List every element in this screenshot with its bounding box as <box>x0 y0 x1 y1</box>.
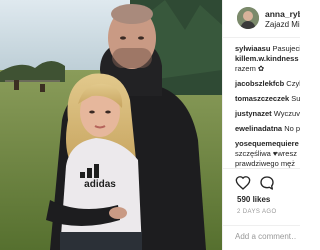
post-actions: 590 likes 2 DAYS AGO <box>223 168 300 250</box>
comment: yosequemequiere <box>235 139 300 149</box>
comment-username[interactable]: ewelinadatna <box>235 124 282 133</box>
comment: justynazet Wyczuv <box>235 109 300 119</box>
comment-continuation: razem ✿ <box>235 64 300 74</box>
comment: sylwiaasu Pasujecie <box>235 44 300 54</box>
comment-username[interactable]: sylwiaasu <box>235 44 270 53</box>
post-username[interactable]: anna_ryba <box>265 9 300 19</box>
comment-text: szczęśliwa ♥wresz <box>235 149 297 158</box>
comment-username[interactable]: justynazet <box>235 109 272 118</box>
comment-continuation: szczęśliwa ♥wresz <box>235 149 300 159</box>
add-comment-input[interactable] <box>235 232 297 241</box>
comment-icon[interactable] <box>259 175 275 191</box>
svg-text:adidas: adidas <box>84 179 116 190</box>
comment-text: Pasujecie <box>272 44 300 53</box>
comment-list: sylwiaasu Pasujecie killem.w.kindness ra… <box>235 44 300 169</box>
comment-text: No p <box>284 124 300 133</box>
comment: killem.w.kindness <box>235 54 300 64</box>
comment-text: Wyczuv <box>273 109 300 118</box>
add-comment-bar <box>223 225 300 250</box>
comment: jacobszlekfcb Czyl <box>235 79 300 89</box>
comment: ewelinadatna No p <box>235 124 300 134</box>
avatar-image <box>237 7 259 29</box>
like-count[interactable]: 590 likes <box>237 195 270 204</box>
comment-username[interactable]: jacobszlekfcb <box>235 79 284 88</box>
post-location[interactable]: Zajazd Mi <box>265 20 300 29</box>
comment-username[interactable]: killem.w.kindness <box>235 54 299 63</box>
comment: tomaszczeczek Su <box>235 94 300 104</box>
post-photo[interactable]: adidas <box>0 0 222 250</box>
heart-icon[interactable] <box>235 175 251 191</box>
comment-text: Su <box>291 94 300 103</box>
comment-text: prawdziwego męż <box>235 159 296 168</box>
comment-username[interactable]: yosequemequiere <box>235 139 299 148</box>
post-header: anna_ryba Zajazd Mi <box>223 0 300 38</box>
comment-username[interactable]: tomaszczeczek <box>235 94 289 103</box>
post-sidebar: anna_ryba Zajazd Mi sylwiaasu Pasujecie … <box>222 0 300 250</box>
avatar[interactable] <box>237 7 259 29</box>
comment-text: razem ✿ <box>235 64 265 73</box>
comment-text: Czyl <box>286 79 300 88</box>
post-photo-image: adidas <box>0 0 222 250</box>
post-timestamp: 2 DAYS AGO <box>237 209 277 215</box>
